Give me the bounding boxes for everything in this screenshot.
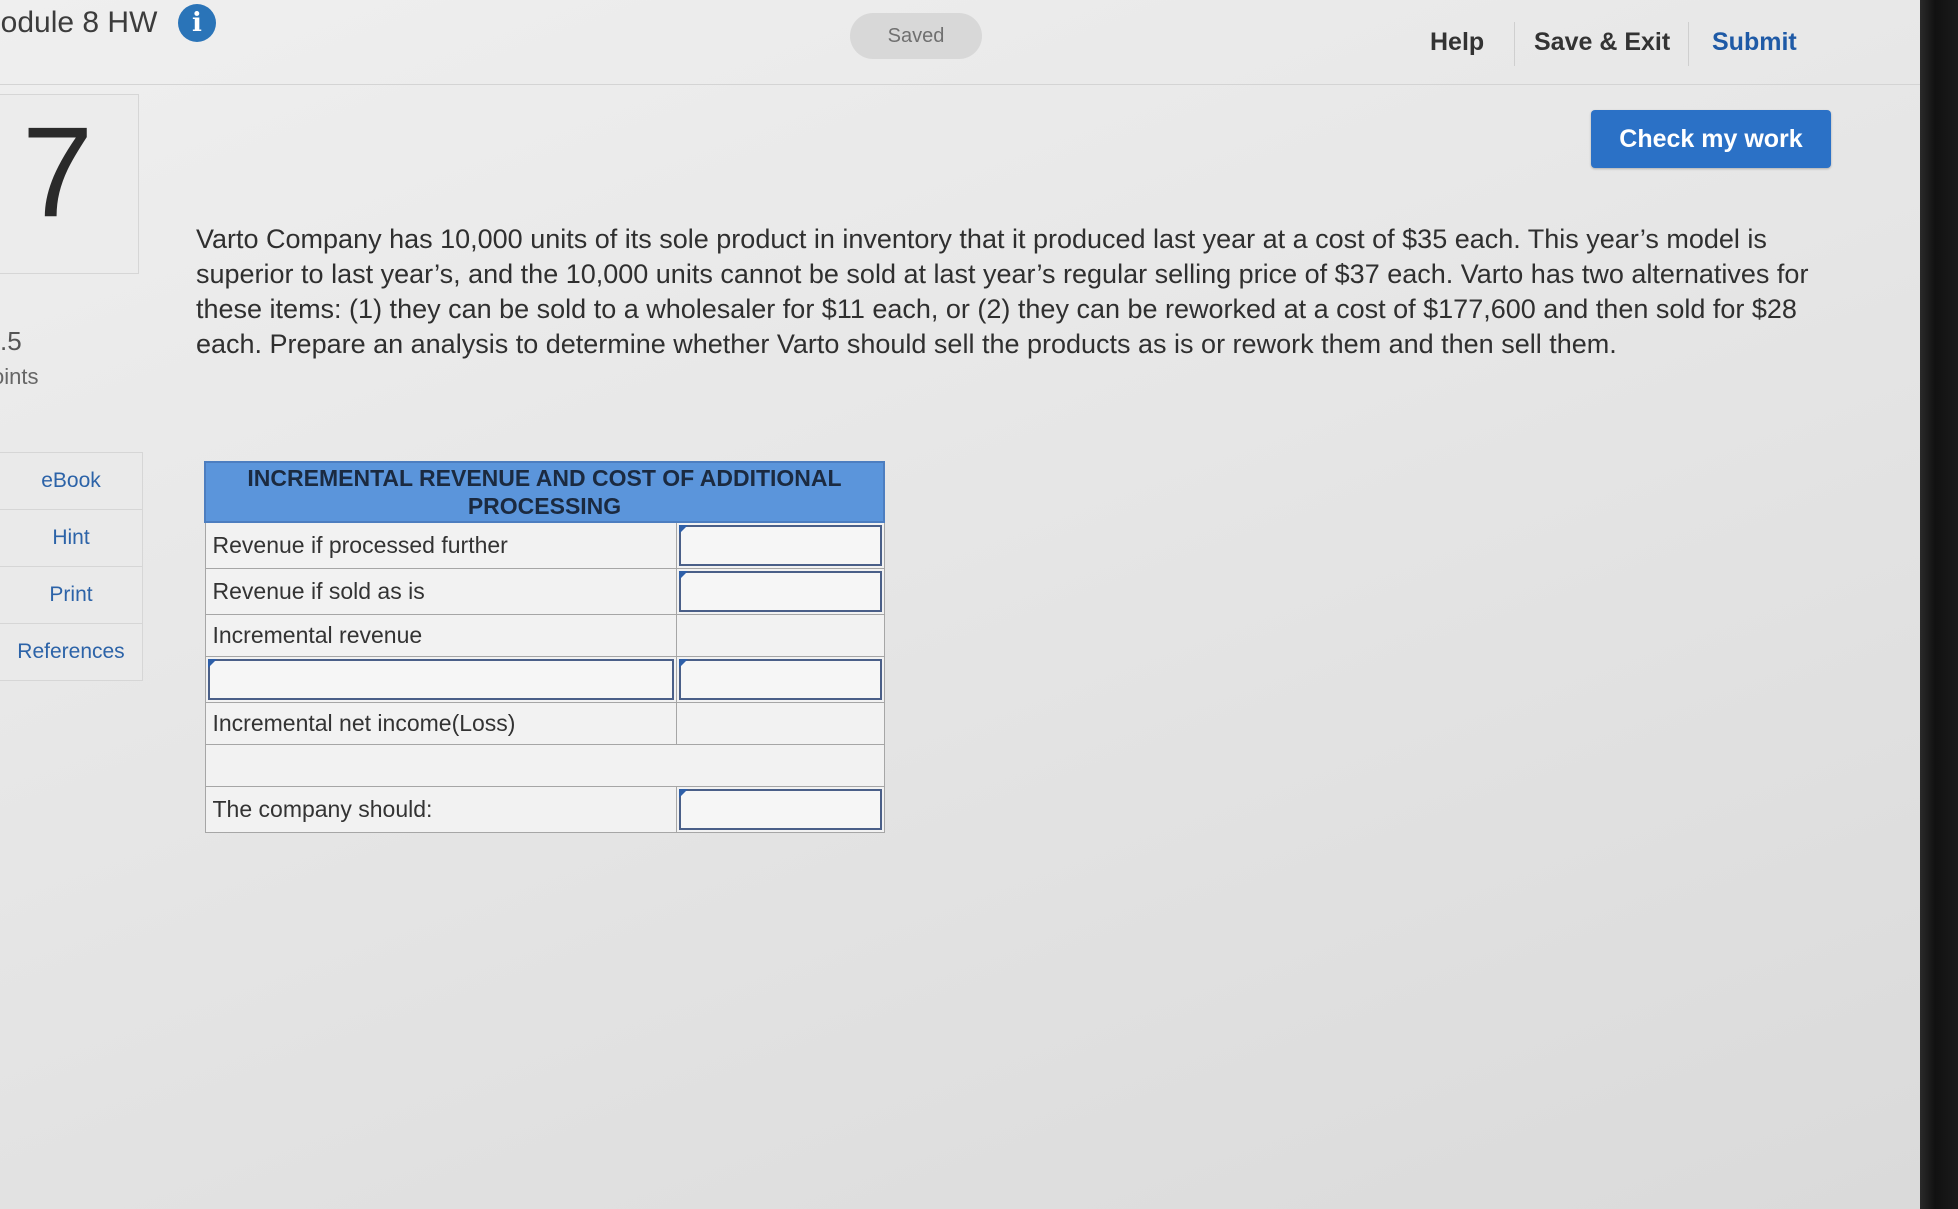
table-row: Revenue if sold as is — [204, 568, 885, 615]
table-row: Revenue if processed further — [204, 521, 885, 569]
check-my-work-button[interactable]: Check my work — [1591, 110, 1831, 168]
points-label: oints — [0, 364, 39, 389]
resource-menu: eBook Hint Print References — [0, 452, 143, 681]
hint-link[interactable]: Hint — [0, 510, 142, 567]
question-number-card: 7 — [0, 94, 139, 274]
monitor-bezel — [1920, 0, 1958, 1209]
row-label: Incremental net income(Loss) — [204, 702, 677, 745]
spacer-row-cell — [204, 744, 885, 787]
revenue-sold-as-is-input[interactable] — [678, 571, 882, 612]
screen: lodule 8 HW i Saved Help Save & Exit Sub… — [0, 0, 1920, 1209]
row-label: The company should: — [204, 786, 677, 833]
module-title: lodule 8 HW — [0, 6, 158, 39]
points-value: .5 — [0, 326, 22, 356]
row-label: Revenue if processed further — [204, 521, 677, 569]
worksheet-table: INCREMENTAL REVENUE AND COST OF ADDITION… — [204, 461, 885, 833]
worksheet-title: INCREMENTAL REVENUE AND COST OF ADDITION… — [204, 461, 885, 523]
table-row — [204, 744, 885, 787]
net-income-value — [675, 702, 885, 745]
submit-link[interactable]: Submit — [1712, 28, 1797, 57]
table-row — [204, 656, 885, 703]
references-link[interactable]: References — [0, 624, 142, 680]
print-link[interactable]: Print — [0, 567, 142, 624]
cost-label-select[interactable] — [207, 659, 674, 700]
table-row: Incremental net income(Loss) — [204, 702, 885, 745]
company-decision-select[interactable] — [678, 789, 882, 830]
nav-divider — [1688, 22, 1689, 66]
question-text: Varto Company has 10,000 units of its so… — [196, 224, 1809, 359]
question-number: 7 — [22, 101, 94, 244]
top-bar: lodule 8 HW i Saved Help Save & Exit Sub… — [0, 0, 1920, 85]
nav-divider — [1514, 22, 1515, 66]
incremental-revenue-value — [675, 614, 885, 657]
row-label: Incremental revenue — [204, 614, 677, 657]
save-exit-link[interactable]: Save & Exit — [1534, 28, 1670, 57]
cost-amount-input[interactable] — [678, 659, 882, 700]
info-icon[interactable]: i — [178, 4, 216, 42]
revenue-processed-input[interactable] — [678, 525, 882, 566]
table-row: The company should: — [204, 786, 885, 833]
table-row: Incremental revenue — [204, 614, 885, 657]
help-link[interactable]: Help — [1430, 28, 1484, 57]
ebook-link[interactable]: eBook — [0, 453, 142, 510]
saved-status-badge: Saved — [850, 13, 982, 59]
row-label: Revenue if sold as is — [204, 568, 677, 615]
